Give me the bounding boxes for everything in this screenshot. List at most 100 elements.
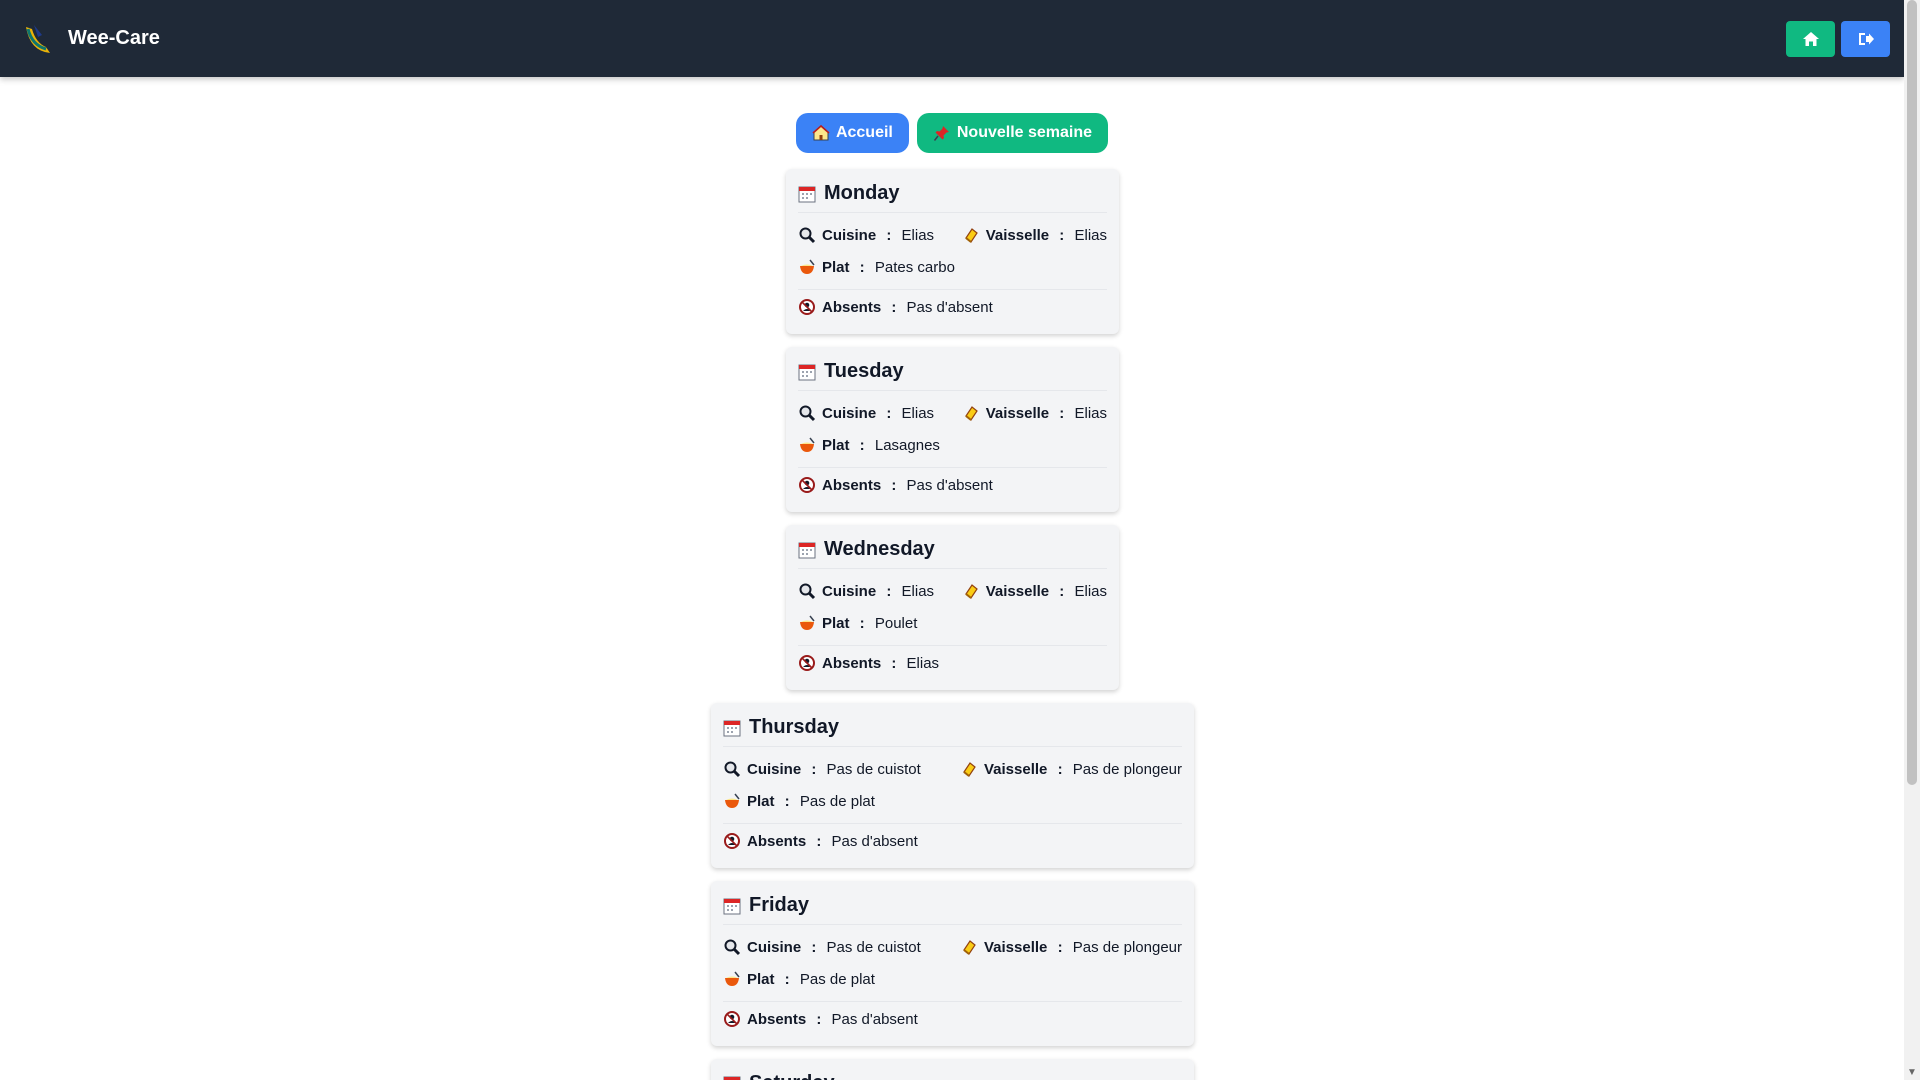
day-card: Thursday Cuisine : Pas de cuistot Vaissell… bbox=[711, 703, 1194, 868]
accueil-button[interactable]: Accueil bbox=[795, 113, 909, 153]
plat-field: Plat : Pas de plat bbox=[723, 970, 875, 988]
vaisselle-value: Pas de plongeur bbox=[1072, 938, 1182, 956]
card-header: Thursday bbox=[723, 715, 1182, 747]
bowl-icon bbox=[798, 258, 816, 276]
day-title: Wednesday bbox=[824, 538, 935, 560]
vaisselle-value: Elias bbox=[1074, 582, 1107, 600]
magnifier-icon bbox=[798, 404, 816, 422]
absent-icon bbox=[798, 298, 816, 316]
magnifier-icon bbox=[723, 938, 741, 956]
bowl-icon bbox=[723, 970, 741, 988]
card-header: Saturday bbox=[723, 1071, 1182, 1080]
day-card: Friday Cuisine : Pas de cuistot Vaisselle … bbox=[711, 881, 1194, 1046]
absents-value: Pas d'absent bbox=[906, 298, 993, 316]
day-title: Monday bbox=[824, 182, 900, 204]
plat-label: Plat bbox=[822, 436, 850, 454]
day-title: Friday bbox=[749, 894, 810, 916]
cuisine-value: Pas de cuistot bbox=[826, 760, 921, 778]
vaisselle-field: Vaisselle : Pas de plongeur bbox=[960, 938, 1182, 956]
absents-label: Absents bbox=[747, 1010, 807, 1028]
plat-label: Plat bbox=[747, 970, 775, 988]
pushpin-icon bbox=[933, 126, 949, 141]
sponge-icon bbox=[960, 760, 978, 778]
logout-icon bbox=[1858, 33, 1874, 45]
absents-label: Absents bbox=[822, 298, 882, 316]
cuisine-field: Cuisine : Pas de cuistot bbox=[723, 938, 921, 956]
plat-value: Lasagnes bbox=[874, 436, 940, 454]
sponge-icon bbox=[962, 226, 980, 244]
absents-label: Absents bbox=[747, 832, 807, 850]
sponge-icon bbox=[962, 582, 980, 600]
cuisine-field: Cuisine : Pas de cuistot bbox=[723, 760, 921, 778]
plat-field: Plat : Pas de plat bbox=[723, 792, 875, 810]
bowl-icon bbox=[798, 436, 816, 454]
plat-label: Plat bbox=[822, 258, 850, 276]
house-icon bbox=[812, 124, 830, 141]
home-button[interactable] bbox=[1786, 21, 1835, 57]
absent-icon bbox=[723, 1010, 741, 1028]
page-scrollbar[interactable]: ▼ bbox=[1904, 0, 1920, 1080]
home-icon bbox=[1802, 32, 1819, 46]
cuisine-label: Cuisine bbox=[822, 404, 877, 422]
main-content: Accueil Nouvelle semaine Monday Cuisine :… bbox=[0, 77, 1904, 1080]
card-header: Tuesday bbox=[798, 359, 1107, 391]
absents-field: Absents : Pas d'absent bbox=[723, 1010, 918, 1028]
card-header: Wednesday bbox=[798, 537, 1107, 569]
calendar-icon bbox=[798, 185, 816, 203]
vaisselle-field: Vaisselle : Elias bbox=[962, 226, 1107, 244]
cuisine-label: Cuisine bbox=[822, 226, 877, 244]
absent-icon bbox=[798, 654, 816, 672]
absents-value: Pas d'absent bbox=[831, 832, 918, 850]
logo-icon bbox=[26, 24, 50, 53]
day-card: Wednesday Cuisine : Elias Vaisselle : Elia… bbox=[786, 525, 1119, 690]
cuisine-value: Elias bbox=[901, 404, 935, 422]
absents-label: Absents bbox=[822, 476, 882, 494]
calendar-icon bbox=[723, 719, 741, 737]
vaisselle-label: Vaisselle bbox=[985, 226, 1050, 244]
sponge-icon bbox=[960, 938, 978, 956]
day-card: Tuesday Cuisine : Elias Vaisselle : Elias P… bbox=[786, 347, 1119, 512]
new-week-label: Nouvelle semaine bbox=[956, 124, 1093, 141]
vaisselle-field: Vaisselle : Elias bbox=[962, 582, 1107, 600]
cuisine-label: Cuisine bbox=[747, 938, 802, 956]
absent-icon bbox=[798, 476, 816, 494]
plat-field: Plat : Poulet bbox=[798, 614, 917, 632]
absents-label: Absents bbox=[822, 654, 882, 672]
calendar-icon bbox=[723, 897, 741, 915]
scroll-down-icon[interactable]: ▼ bbox=[1907, 1067, 1917, 1078]
plat-label: Plat bbox=[747, 792, 775, 810]
scrollbar-thumb[interactable] bbox=[1907, 0, 1917, 785]
plat-label: Plat bbox=[822, 614, 850, 632]
day-title: Saturday bbox=[749, 1072, 835, 1080]
vaisselle-value: Pas de plongeur bbox=[1072, 760, 1182, 778]
bowl-icon bbox=[798, 614, 816, 632]
absents-field: Absents : Pas d'absent bbox=[798, 476, 993, 494]
vaisselle-label: Vaisselle bbox=[985, 404, 1050, 422]
absents-value: Pas d'absent bbox=[831, 1010, 918, 1028]
navbar: Wee-Care bbox=[0, 0, 1904, 77]
plat-field: Plat : Pates carbo bbox=[798, 258, 955, 276]
absents-value: Elias bbox=[906, 654, 940, 672]
vaisselle-label: Vaisselle bbox=[984, 760, 1048, 778]
plat-value: Pas de plat bbox=[799, 792, 875, 810]
plat-value: Poulet bbox=[874, 614, 918, 632]
card-header: Friday bbox=[723, 893, 1182, 925]
magnifier-icon bbox=[798, 226, 816, 244]
day-card: Saturday bbox=[711, 1059, 1194, 1080]
cuisine-field: Cuisine : Elias bbox=[798, 582, 934, 600]
day-title: Thursday bbox=[749, 716, 840, 738]
cuisine-label: Cuisine bbox=[747, 760, 802, 778]
day-card: Monday Cuisine : Elias Vaisselle : Elias Pl… bbox=[786, 169, 1119, 334]
card-header: Monday bbox=[798, 181, 1107, 213]
cuisine-field: Cuisine : Elias bbox=[798, 226, 934, 244]
day-title: Tuesday bbox=[824, 360, 904, 382]
logout-button[interactable] bbox=[1841, 21, 1890, 57]
calendar-icon bbox=[798, 363, 816, 381]
accueil-label: Accueil bbox=[835, 124, 893, 141]
calendar-icon bbox=[798, 541, 816, 559]
absents-field: Absents : Elias bbox=[798, 654, 939, 672]
calendar-icon bbox=[723, 1075, 741, 1080]
bowl-icon bbox=[723, 792, 741, 810]
new-week-button[interactable]: Nouvelle semaine bbox=[916, 113, 1109, 153]
brand[interactable]: Wee-Care bbox=[20, 21, 160, 57]
